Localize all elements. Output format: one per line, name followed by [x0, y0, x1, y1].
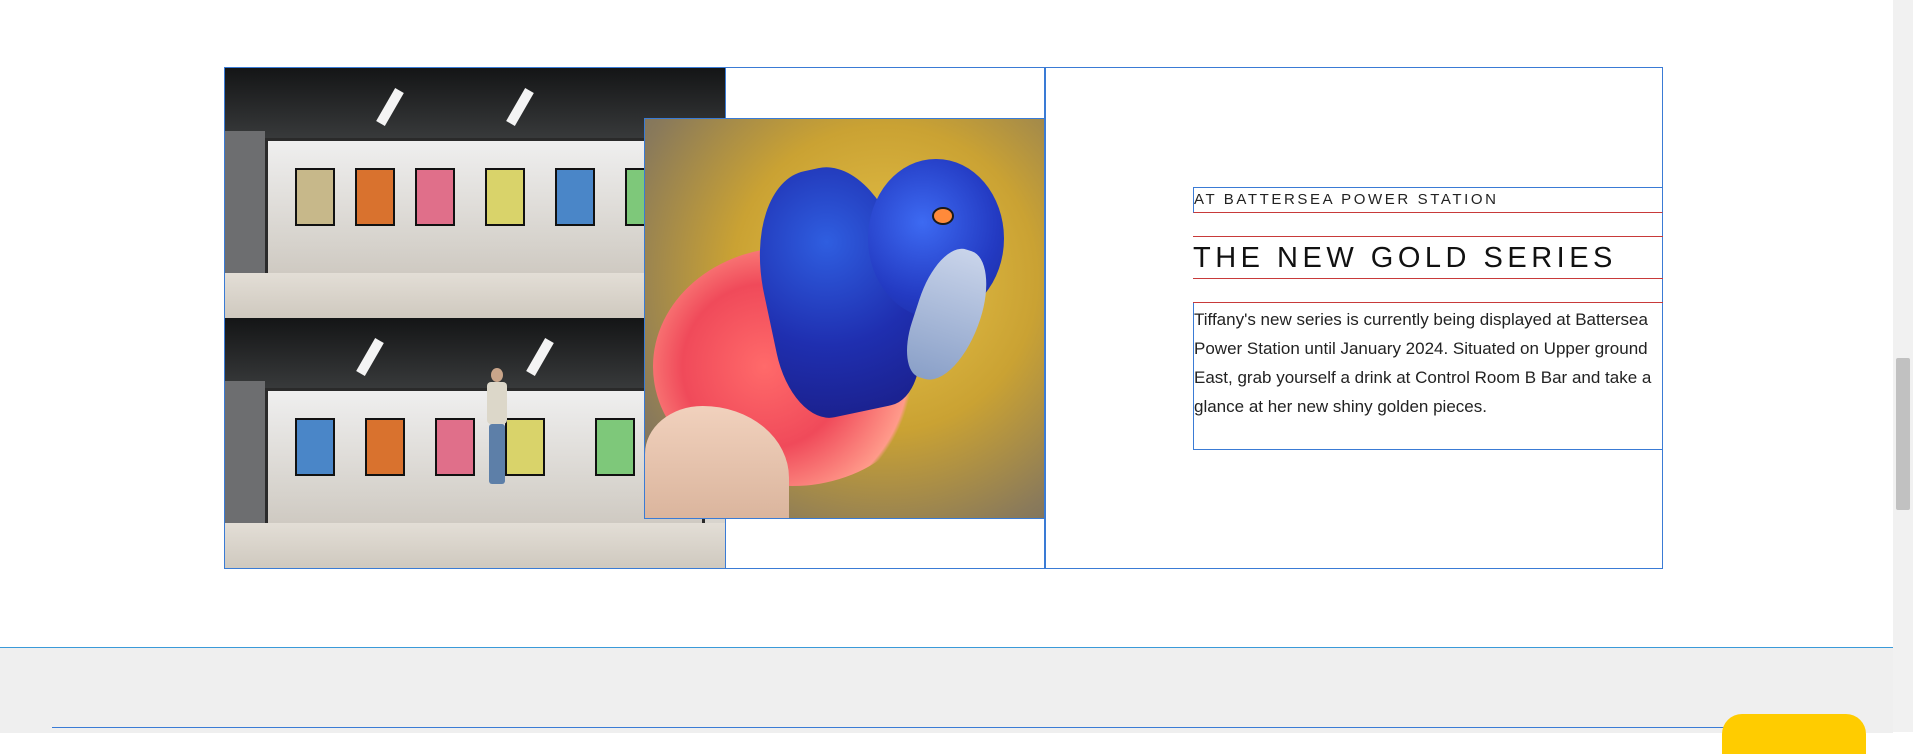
wall [225, 380, 265, 531]
peacock-eye [932, 206, 955, 225]
footer-band [0, 647, 1893, 733]
artwork-canvas [355, 168, 395, 226]
person-figure [485, 368, 507, 488]
cta-button[interactable] [1722, 714, 1866, 754]
person-head [491, 368, 503, 382]
peacock-painting-photo [644, 118, 1045, 519]
artwork-canvas [295, 168, 335, 226]
wall [225, 130, 265, 281]
artwork-canvas [595, 418, 635, 476]
artwork-canvas [505, 418, 545, 476]
artwork-canvas [365, 418, 405, 476]
person-torso [487, 382, 507, 424]
artwork-canvas [295, 418, 335, 476]
feature-eyebrow: AT BATTERSEA POWER STATION [1193, 187, 1663, 213]
artwork-canvas [485, 168, 525, 226]
footer-container [52, 727, 1732, 748]
feature-description: Tiffany's new series is currently being … [1193, 303, 1663, 450]
artwork-canvas [415, 168, 455, 226]
artwork-canvas [435, 418, 475, 476]
artwork-canvas [555, 168, 595, 226]
scrollbar-thumb[interactable] [1896, 358, 1910, 510]
feature-title: THE NEW GOLD SERIES [1193, 237, 1663, 279]
person-legs [489, 424, 505, 484]
floor [225, 523, 725, 568]
